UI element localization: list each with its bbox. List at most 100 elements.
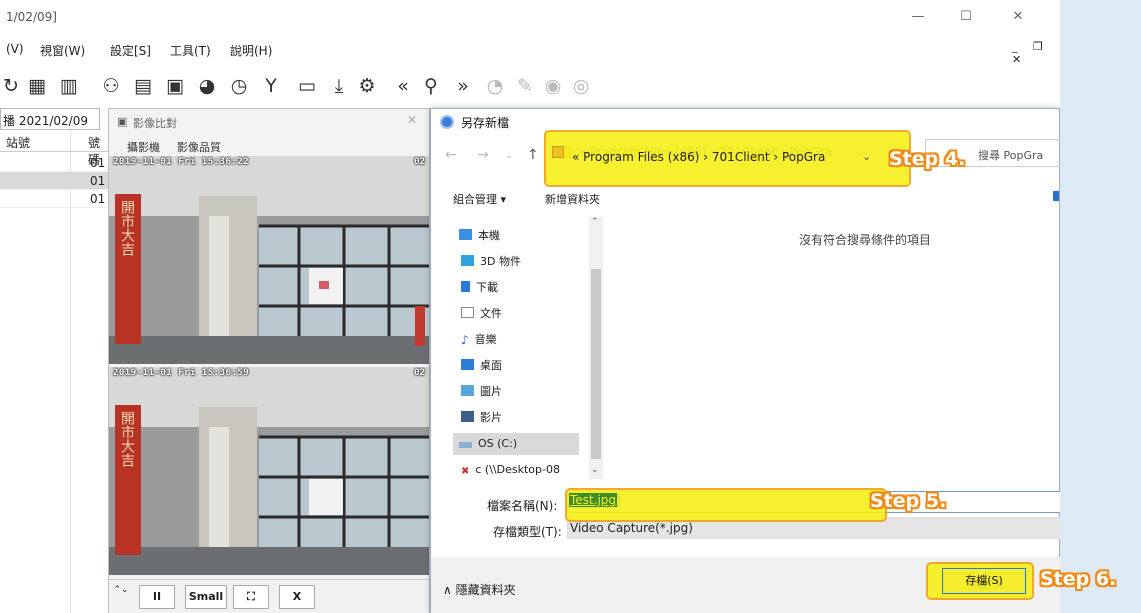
music-icon: ♪ xyxy=(461,333,469,347)
tree-item-music[interactable]: ♪ 音樂 xyxy=(461,331,497,347)
organize-button[interactable]: 組合管理 ▾ xyxy=(453,191,506,207)
tab-camera[interactable]: 攝影機 xyxy=(127,139,160,155)
red-banner-text: 開市大吉 xyxy=(119,411,135,467)
download-icon[interactable]: ⤓ xyxy=(328,75,350,97)
stop-icon[interactable]: ◎ xyxy=(570,75,592,97)
video-camera-id: 02 xyxy=(414,368,425,378)
history-icon[interactable]: ◔ xyxy=(484,75,506,97)
menu-bar: (V) 視窗(W) 設定[S] 工具(T) 說明(H) xyxy=(0,34,1060,64)
column-header-station[interactable]: 站號 xyxy=(6,134,30,151)
search-icon[interactable]: ⚲ xyxy=(420,75,442,97)
tree-label: 下載 xyxy=(476,281,498,294)
menu-help[interactable]: 說明(H) xyxy=(230,42,272,59)
gear-icon[interactable]: ⚙ xyxy=(356,75,378,97)
computer-icon xyxy=(459,229,472,240)
navigation-tree: 本機 3D 物件 下載 文件 ♪ 音樂 桌面 圖片 影片 OS (C:) ✖ c (… xyxy=(431,213,607,481)
scroll-down-icon[interactable]: ⌄ xyxy=(591,465,599,475)
video-icon xyxy=(461,411,474,422)
document-icon xyxy=(461,307,474,318)
filetype-label: 存檔類型(T): xyxy=(493,525,562,539)
clock-icon[interactable]: ◕ xyxy=(196,75,218,97)
close-icon[interactable]: ✕ xyxy=(407,113,417,127)
play-icon[interactable]: ◉ xyxy=(542,75,564,97)
calculator-icon[interactable]: ▣ xyxy=(164,75,186,97)
dialog-title: 另存新檔 xyxy=(461,116,510,130)
step-5-label: Step 5. xyxy=(870,490,947,512)
history-dropdown-icon[interactable]: ⌄ xyxy=(505,150,513,161)
tree-label: 圖片 xyxy=(480,385,502,398)
tree-item-3d-objects[interactable]: 3D 物件 xyxy=(461,253,521,269)
stepper-arrows[interactable]: ⌃⌄ xyxy=(113,585,129,609)
refresh-icon[interactable]: ↻ xyxy=(0,75,22,97)
drive-icon xyxy=(459,442,472,448)
minimize-button[interactable]: — xyxy=(906,8,930,26)
file-list[interactable]: 沒有符合搜尋條件的項目 xyxy=(609,213,1060,481)
notes-icon[interactable]: ▤ xyxy=(132,75,154,97)
calendar-icon[interactable]: ▦ xyxy=(26,75,48,97)
cube-icon xyxy=(461,255,474,266)
rewind-icon[interactable]: « xyxy=(392,75,414,97)
list-header: 站號 號碼 xyxy=(0,130,110,167)
desktop-icon xyxy=(461,359,474,370)
tree-item-os-c[interactable]: OS (C:) xyxy=(453,433,579,455)
tree-item-documents[interactable]: 文件 xyxy=(461,305,502,321)
tree-item-videos[interactable]: 影片 xyxy=(461,409,502,425)
table-row-selected[interactable]: 01 xyxy=(0,172,110,190)
address-dropdown-icon[interactable]: ⌄ xyxy=(862,150,871,163)
table-row[interactable]: 01 xyxy=(0,154,110,172)
menu-settings[interactable]: 設定[S] xyxy=(110,42,151,59)
video-controls: ⌃⌄ II Small ⛶ X xyxy=(109,579,429,613)
tree-label: 影片 xyxy=(480,411,502,424)
tree-item-pictures[interactable]: 圖片 xyxy=(461,383,502,399)
tree-item-network-drive[interactable]: ✖ c (\\Desktop-08 xyxy=(461,463,560,477)
hide-folders-button[interactable]: ∧ 隱藏資料夾 xyxy=(443,581,516,598)
image-icon[interactable]: ▭ xyxy=(296,75,318,97)
empty-message: 沒有符合搜尋條件的項目 xyxy=(799,233,932,247)
pin-icon[interactable]: ✎ xyxy=(514,75,536,97)
close-video-button[interactable]: X xyxy=(279,585,315,609)
schedule-icon[interactable]: ◷ xyxy=(228,75,250,97)
filetype-value: Video Capture(*.jpg) xyxy=(570,521,693,535)
menu-tools[interactable]: 工具(T) xyxy=(170,42,211,59)
tree-scrollbar-thumb[interactable] xyxy=(591,269,601,459)
tree-item-downloads[interactable]: 下載 xyxy=(461,279,498,295)
close-button[interactable]: ✕ xyxy=(1006,8,1030,26)
video-timestamp: 2019-11-01 Fri 15:36:59 xyxy=(113,368,250,378)
fullscreen-button[interactable]: ⛶ xyxy=(233,585,269,609)
video-compare-panel: ▣ 影像比對 ✕ 攝影機 影像品質 開市大吉 2019-11-01 Fri 15… xyxy=(108,108,430,613)
video-frame-2[interactable]: 開市大吉 2019-11-01 Fri 15:36:59 02 xyxy=(109,367,429,575)
row-number: 01 xyxy=(90,192,106,206)
video-frame-1[interactable]: 開市大吉 2019-11-01 Fri 15:36:22 02 xyxy=(109,156,429,364)
scroll-up-icon[interactable]: ⌃ xyxy=(591,217,599,227)
tree-label: 音樂 xyxy=(474,333,497,346)
dialog-app-icon xyxy=(440,115,454,129)
view-options-icon[interactable] xyxy=(1053,191,1059,201)
left-pane-tab[interactable]: 播 2021/02/09 xyxy=(0,108,100,130)
row-number: 01 xyxy=(90,156,106,170)
new-folder-button[interactable]: 新增資料夾 xyxy=(545,191,600,207)
menu-window[interactable]: 視窗(W) xyxy=(40,42,85,59)
tree-item-desktop[interactable]: 桌面 xyxy=(461,357,502,373)
network-drive-icon: ✖ xyxy=(461,466,470,477)
video-camera-id: 02 xyxy=(414,157,425,167)
up-arrow-icon[interactable]: ↑ xyxy=(527,147,539,163)
video-timestamp: 2019-11-01 Fri 15:36:22 xyxy=(113,157,250,167)
table-row[interactable]: 01 xyxy=(0,190,110,208)
menu-view[interactable]: (V) xyxy=(6,42,24,56)
forward-arrow-icon[interactable]: → xyxy=(477,147,489,163)
tree-item-this-pc[interactable]: 本機 xyxy=(459,227,500,243)
people-icon[interactable]: ⚇ xyxy=(100,75,122,97)
main-window: 1/02/09] — ☐ ✕ (V) 視窗(W) 設定[S] 工具(T) 說明(… xyxy=(0,0,1060,613)
fast-forward-icon[interactable]: » xyxy=(452,75,474,97)
tab-image-quality[interactable]: 影像品質 xyxy=(177,139,221,155)
cocktail-icon[interactable]: Y xyxy=(260,75,282,97)
maximize-button[interactable]: ☐ xyxy=(954,8,978,26)
save-button-highlighted[interactable]: 存檔(S) xyxy=(942,568,1026,594)
title-bar: 1/02/09] — ☐ ✕ xyxy=(0,0,1060,34)
mdi-controls[interactable]: _ ❐ ✕ xyxy=(1012,40,1060,66)
small-size-button[interactable]: Small xyxy=(185,585,227,609)
pause-button[interactable]: II xyxy=(139,585,175,609)
back-arrow-icon[interactable]: ← xyxy=(445,147,457,163)
bar-chart-icon[interactable]: ▥ xyxy=(58,75,80,97)
tree-label: OS (C:) xyxy=(478,437,518,450)
